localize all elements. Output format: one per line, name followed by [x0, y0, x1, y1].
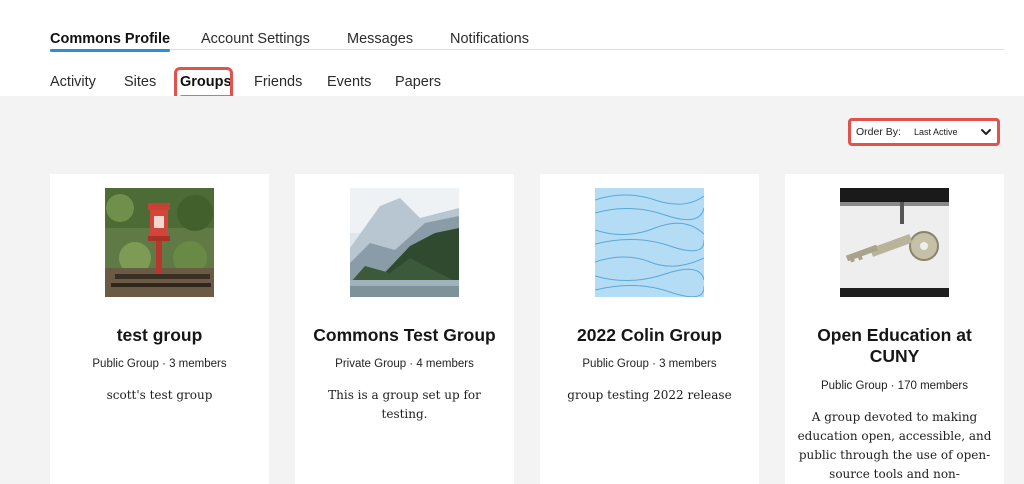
group-meta: Public Group · 170 members [820, 380, 968, 392]
subtab-activity[interactable]: Activity [50, 74, 96, 90]
subtab-sites[interactable]: Sites [124, 74, 156, 90]
group-avatar-red-lantern-garden[interactable] [105, 188, 214, 297]
tab-messages[interactable]: Messages [347, 31, 413, 47]
primary-nav: Commons Profile Account Settings Message… [50, 0, 1004, 52]
group-name[interactable]: Commons Test Group [303, 325, 506, 346]
group-description: scott's test group [106, 388, 213, 402]
tab-account-settings[interactable]: Account Settings [201, 31, 310, 47]
group-card[interactable]: Commons Test Group Private Group · 4 mem… [295, 174, 514, 484]
group-description: A group devoted to making education open… [797, 410, 992, 481]
subtab-papers[interactable]: Papers [395, 74, 441, 90]
group-meta: Private Group · 4 members [335, 358, 474, 370]
group-card[interactable]: Open Education at CUNY Public Group · 17… [785, 174, 1004, 484]
order-by-label: Order By: [856, 126, 901, 138]
group-name[interactable]: 2022 Colin Group [548, 325, 751, 346]
subtab-friends[interactable]: Friends [254, 74, 302, 90]
group-avatar-blue-wave-pattern[interactable] [595, 188, 704, 297]
group-card[interactable]: test group Public Group · 3 members scot… [50, 174, 269, 484]
tab-commons-profile[interactable]: Commons Profile [50, 31, 171, 52]
group-avatar-mountain-lake[interactable] [350, 188, 459, 297]
group-description: This is a group set up for testing. [328, 388, 481, 421]
group-avatar-keys-on-hook[interactable] [840, 188, 949, 297]
order-by-select[interactable]: Order By: Last Active [848, 118, 1000, 146]
subtab-events[interactable]: Events [327, 74, 371, 90]
group-meta: Public Group · 3 members [582, 358, 717, 370]
chevron-down-icon [981, 129, 991, 135]
group-description: group testing 2022 release [567, 388, 732, 402]
group-meta: Public Group · 3 members [92, 358, 227, 370]
group-name[interactable]: test group [58, 325, 261, 346]
order-by-value: Last Active [913, 127, 958, 137]
group-name[interactable]: Open Education at CUNY [793, 325, 996, 367]
tab-notifications[interactable]: Notifications [450, 31, 529, 47]
group-card[interactable]: 2022 Colin Group Public Group · 3 member… [540, 174, 759, 484]
